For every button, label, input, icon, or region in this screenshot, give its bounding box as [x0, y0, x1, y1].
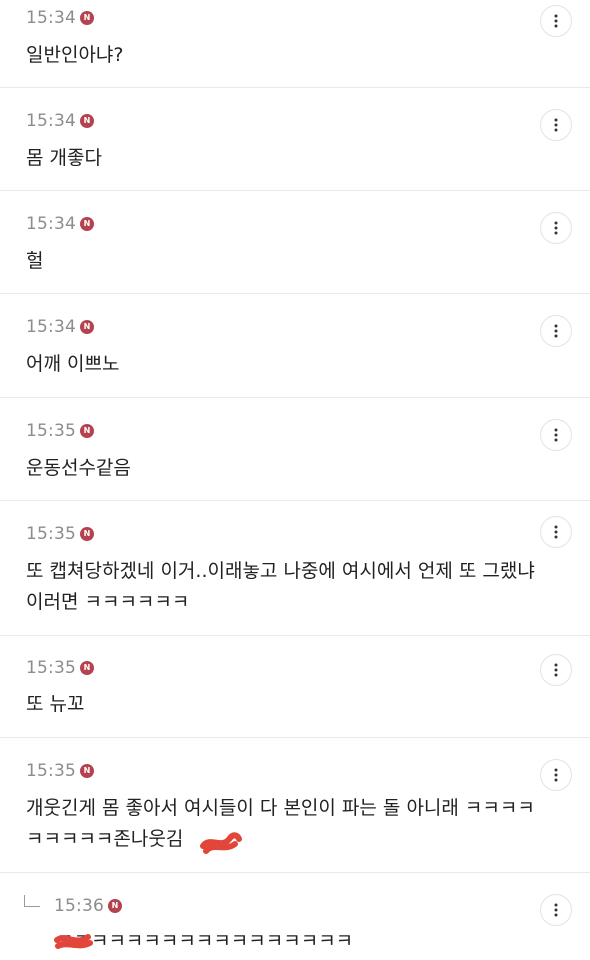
comment-item: 15:35 N 또 뉴꼬 — [0, 636, 590, 738]
comment-time: 15:35 — [26, 761, 76, 781]
more-options-button[interactable] — [540, 315, 572, 347]
comment-meta: 15:36 N — [54, 896, 122, 916]
comment-time: 15:34 — [26, 214, 76, 234]
comment-text: 운동선수같음 — [26, 457, 131, 479]
more-options-button[interactable] — [540, 5, 572, 37]
comment-meta: 15:35 N — [26, 421, 94, 441]
more-vertical-icon — [554, 525, 558, 539]
comment-item: 15:34 N 헐 — [0, 191, 590, 294]
new-badge-icon: N — [80, 527, 94, 541]
comment-meta: 15:34 N — [26, 111, 94, 131]
new-badge-icon: N — [80, 114, 94, 128]
comment-item: 15:35 N 운동선수같음 — [0, 398, 590, 501]
new-badge-icon: N — [80, 424, 94, 438]
new-badge-icon: N — [108, 899, 122, 913]
comment-text: 일반인아냐? — [26, 44, 124, 66]
more-vertical-icon — [554, 903, 558, 917]
comment-text: 또 뉴꼬 — [26, 693, 85, 715]
comment-item: 15:34 N 일반인아냐? — [0, 0, 590, 88]
comment-time: 15:34 — [26, 317, 76, 337]
comment-meta: 15:35 N — [26, 524, 94, 544]
comment-meta: 15:35 N — [26, 658, 94, 678]
comment-time: 15:36 — [54, 896, 104, 916]
more-vertical-icon — [554, 428, 558, 442]
new-badge-icon: N — [80, 217, 94, 231]
comment-text: 헐 — [26, 250, 44, 272]
comment-meta: 15:34 N — [26, 214, 94, 234]
more-options-button[interactable] — [540, 419, 572, 451]
comment-text: 개웃긴게 몸 좋아서 여시들이 다 본인이 파는 돌 아니래 ㅋㅋㅋㅋㅋㅋㅋㅋㅋ… — [26, 797, 535, 850]
more-options-button[interactable] — [540, 516, 572, 548]
more-vertical-icon — [554, 324, 558, 338]
comment-meta: 15:34 N — [26, 317, 94, 337]
comment-time: 15:35 — [26, 658, 76, 678]
comment-time: 15:35 — [26, 524, 76, 544]
new-badge-icon: N — [80, 764, 94, 778]
comment-item: 15:35 N 또 캡쳐당하겠네 이거..이래놓고 나중에 여시에서 언제 또 … — [0, 501, 590, 636]
more-options-button[interactable] — [540, 654, 572, 686]
more-options-button[interactable] — [540, 109, 572, 141]
more-options-button[interactable] — [540, 212, 572, 244]
more-vertical-icon — [554, 118, 558, 132]
more-vertical-icon — [554, 14, 558, 28]
more-options-button[interactable] — [540, 894, 572, 926]
more-options-button[interactable] — [540, 759, 572, 791]
reply-comment-item: 15:36 N ㅋㅋㅋㅋㅋㅋㅋㅋㅋㅋㅋㅋㅋㅋㅋㅋㅋ — [0, 873, 590, 960]
comment-text: 어깨 이쁘노 — [26, 353, 120, 375]
more-vertical-icon — [554, 221, 558, 235]
new-badge-icon: N — [80, 661, 94, 675]
comment-text: ㅋㅋㅋㅋㅋㅋㅋㅋㅋㅋㅋㅋㅋㅋㅋㅋㅋ — [56, 930, 354, 952]
new-badge-icon: N — [80, 320, 94, 334]
comment-item: 15:34 N 몸 개좋다 — [0, 88, 590, 191]
comment-time: 15:34 — [26, 8, 76, 28]
more-vertical-icon — [554, 768, 558, 782]
comment-text: 또 캡쳐당하겠네 이거..이래놓고 나중에 여시에서 언제 또 그랬냐 이러면 … — [26, 560, 541, 613]
comment-meta: 15:35 N — [26, 761, 94, 781]
comment-time: 15:35 — [26, 421, 76, 441]
comment-meta: 15:34 N — [26, 8, 94, 28]
comment-text: 몸 개좋다 — [26, 147, 102, 169]
comment-item: 15:34 N 어깨 이쁘노 — [0, 294, 590, 398]
more-vertical-icon — [554, 663, 558, 677]
comment-time: 15:34 — [26, 111, 76, 131]
comment-item: 15:35 N 개웃긴게 몸 좋아서 여시들이 다 본인이 파는 돌 아니래 ㅋ… — [0, 738, 590, 873]
new-badge-icon: N — [80, 11, 94, 25]
reply-arrow-icon — [24, 895, 40, 907]
